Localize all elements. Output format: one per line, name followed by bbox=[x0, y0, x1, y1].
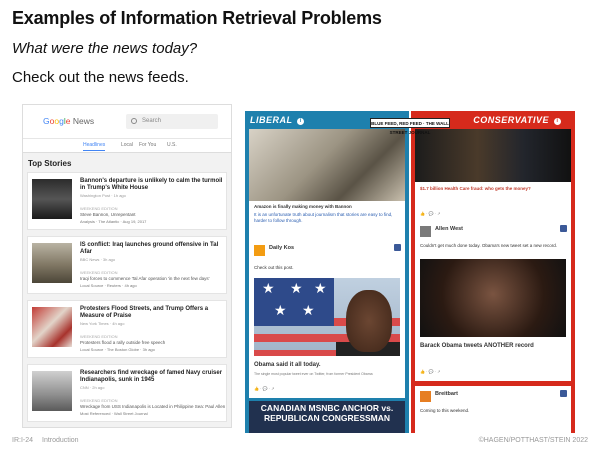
info-icon[interactable]: i bbox=[297, 118, 305, 125]
related-source: Local Source · The Boston Globe · 3h ago bbox=[80, 347, 155, 352]
related-article[interactable]: Wreckage from USS Indianapolis is Locate… bbox=[80, 404, 225, 409]
article-tag: WEEKEND EDITION bbox=[80, 206, 118, 211]
liberal-header: LIBERAL i bbox=[250, 115, 305, 125]
article-thumbnail bbox=[32, 243, 72, 283]
news-article[interactable]: Researchers find wreckage of famed Navy … bbox=[27, 364, 227, 422]
article-thumbnail bbox=[32, 371, 72, 411]
conservative-column: CONSERVATIVE i $1.7 billion Health Care … bbox=[411, 111, 575, 433]
google-news-header: Google News Search bbox=[23, 105, 231, 139]
search-input[interactable]: Search bbox=[126, 114, 218, 129]
liberal-post-card[interactable]: Daily Kos Check out this post. ★ ★ ★ ★ ★ Ob… bbox=[249, 240, 405, 398]
article-headline[interactable]: Bannon's departure is unlikely to calm t… bbox=[80, 178, 228, 192]
page-avatar bbox=[254, 245, 265, 256]
slide-body: Check out the news feeds. bbox=[12, 69, 189, 86]
article-headline[interactable]: IS conflict: Iraq launches ground offens… bbox=[80, 242, 228, 256]
reaction-bar[interactable]: 👍 · 💬 · ↗ bbox=[420, 369, 440, 374]
related-source: Most Referenced · Wall Street Journal bbox=[80, 411, 148, 416]
footer-section: Introduction bbox=[42, 437, 79, 444]
tab-local[interactable]: Local bbox=[121, 142, 133, 148]
reaction-bar[interactable]: 👍 · 💬 · ↗ bbox=[420, 211, 440, 216]
facebook-icon bbox=[394, 244, 401, 251]
page-avatar bbox=[420, 226, 431, 237]
post-quote-sub: The single most popular tweet ever on Tw… bbox=[254, 372, 373, 376]
footer-page-number: IR:I-24 bbox=[12, 437, 34, 444]
article-source: CNN · 2h ago bbox=[80, 385, 105, 390]
post-quote: Obama said it all today. bbox=[254, 362, 321, 368]
post-image bbox=[420, 259, 566, 337]
tab-for-you[interactable]: For You bbox=[139, 142, 156, 148]
liberal-post-card[interactable]: Amazon is finally making money with Bann… bbox=[249, 129, 405, 250]
page-name[interactable]: Allen West bbox=[435, 226, 463, 232]
liberal-video-card[interactable]: CANADIAN MSNBC ANCHOR vs. REPUBLICAN CON… bbox=[249, 401, 405, 433]
post-text: It is an unfortunate truth about journal… bbox=[254, 212, 393, 223]
conservative-post-card[interactable]: $1.7 billion Health Care fraud: who gets… bbox=[415, 129, 571, 221]
post-headline: Barack Obama tweets ANOTHER record bbox=[420, 343, 534, 349]
article-source: BBC News · 3h ago bbox=[80, 257, 116, 262]
news-article[interactable]: Bannon's departure is unlikely to calm t… bbox=[27, 172, 227, 230]
article-thumbnail bbox=[32, 307, 72, 347]
top-stories-heading: Top Stories bbox=[28, 159, 72, 168]
facebook-icon bbox=[560, 225, 567, 232]
tab-us[interactable]: U.S. bbox=[167, 142, 177, 148]
video-headline: CANADIAN MSNBC ANCHOR vs. REPUBLICAN CON… bbox=[260, 403, 394, 423]
post-caption: Amazon is finally making money with Bann… bbox=[254, 204, 352, 209]
related-source: Local Source · Reuters · 4h ago bbox=[80, 283, 137, 288]
related-source: Analysis · The Atlantic · Aug 19, 2017 bbox=[80, 219, 147, 224]
related-article[interactable]: Protesters flood a rally outside free sp… bbox=[80, 340, 165, 345]
article-tag: WEEKEND EDITION bbox=[80, 270, 118, 275]
search-icon bbox=[131, 118, 137, 124]
tab-headlines[interactable]: Headlines bbox=[83, 142, 106, 151]
liberal-column: LIBERAL i Amazon is finally making money… bbox=[245, 111, 409, 433]
article-thumbnail bbox=[32, 179, 72, 219]
news-article[interactable]: Protesters Flood Streets, and Trump Offe… bbox=[27, 300, 227, 358]
conservative-post-card[interactable]: Breitbart Coming to this weekend. bbox=[415, 386, 571, 433]
post-caption: $1.7 billion Health Care fraud: who gets… bbox=[420, 186, 531, 191]
related-article[interactable]: Iraqi forces to commence Tal Afar operat… bbox=[80, 276, 209, 281]
news-article[interactable]: IS conflict: Iraq launches ground offens… bbox=[27, 236, 227, 294]
page-name[interactable]: Breitbart bbox=[435, 391, 458, 397]
post-image bbox=[249, 129, 405, 201]
article-source: New York Times · 4h ago bbox=[80, 321, 125, 326]
blue-feed-red-feed-badge: BLUE FEED, RED FEED · THE WALL STREET JO… bbox=[370, 118, 450, 135]
page-name[interactable]: Daily Kos bbox=[269, 245, 294, 251]
post-text: Couldn't get much done today. Obama's ne… bbox=[420, 243, 557, 248]
article-tag: WEEKEND EDITION bbox=[80, 334, 118, 339]
article-source: Washington Post · 1h ago bbox=[80, 193, 126, 198]
article-headline[interactable]: Researchers find wreckage of famed Navy … bbox=[80, 370, 228, 384]
article-headline[interactable]: Protesters Flood Streets, and Trump Offe… bbox=[80, 306, 228, 320]
reaction-bar[interactable]: 👍 · 💬 · ↗ bbox=[254, 386, 274, 391]
info-icon[interactable]: i bbox=[554, 118, 561, 125]
slide-title: Examples of Information Retrieval Proble… bbox=[12, 8, 382, 28]
post-text: Coming to this weekend. bbox=[420, 408, 470, 413]
facebook-icon bbox=[560, 390, 567, 397]
post-image: ★ ★ ★ ★ ★ bbox=[254, 278, 400, 356]
related-article[interactable]: Steve Bannon, Unrepentant bbox=[80, 212, 136, 217]
slide-subtitle: What were the news today? bbox=[12, 40, 198, 57]
post-caption: Check out this post. bbox=[254, 265, 294, 270]
conservative-post-card[interactable]: Allen West Couldn't get much done today.… bbox=[415, 221, 571, 381]
google-news-tabs: Headlines Local For You U.S. bbox=[23, 139, 231, 153]
page-avatar bbox=[420, 391, 431, 402]
post-image bbox=[415, 129, 571, 182]
google-news-logo[interactable]: Google News bbox=[43, 116, 94, 126]
footer-copyright: ©HAGEN/POTTHAST/STEIN 2022 bbox=[478, 437, 588, 444]
conservative-header: CONSERVATIVE i bbox=[473, 115, 561, 125]
blue-feed-red-feed-screenshot: BLUE FEED, RED FEED · THE WALL STREET JO… bbox=[245, 111, 575, 433]
google-news-screenshot: Google News Search Headlines Local For Y… bbox=[22, 104, 232, 428]
article-tag: WEEKEND EDITION bbox=[80, 398, 118, 403]
